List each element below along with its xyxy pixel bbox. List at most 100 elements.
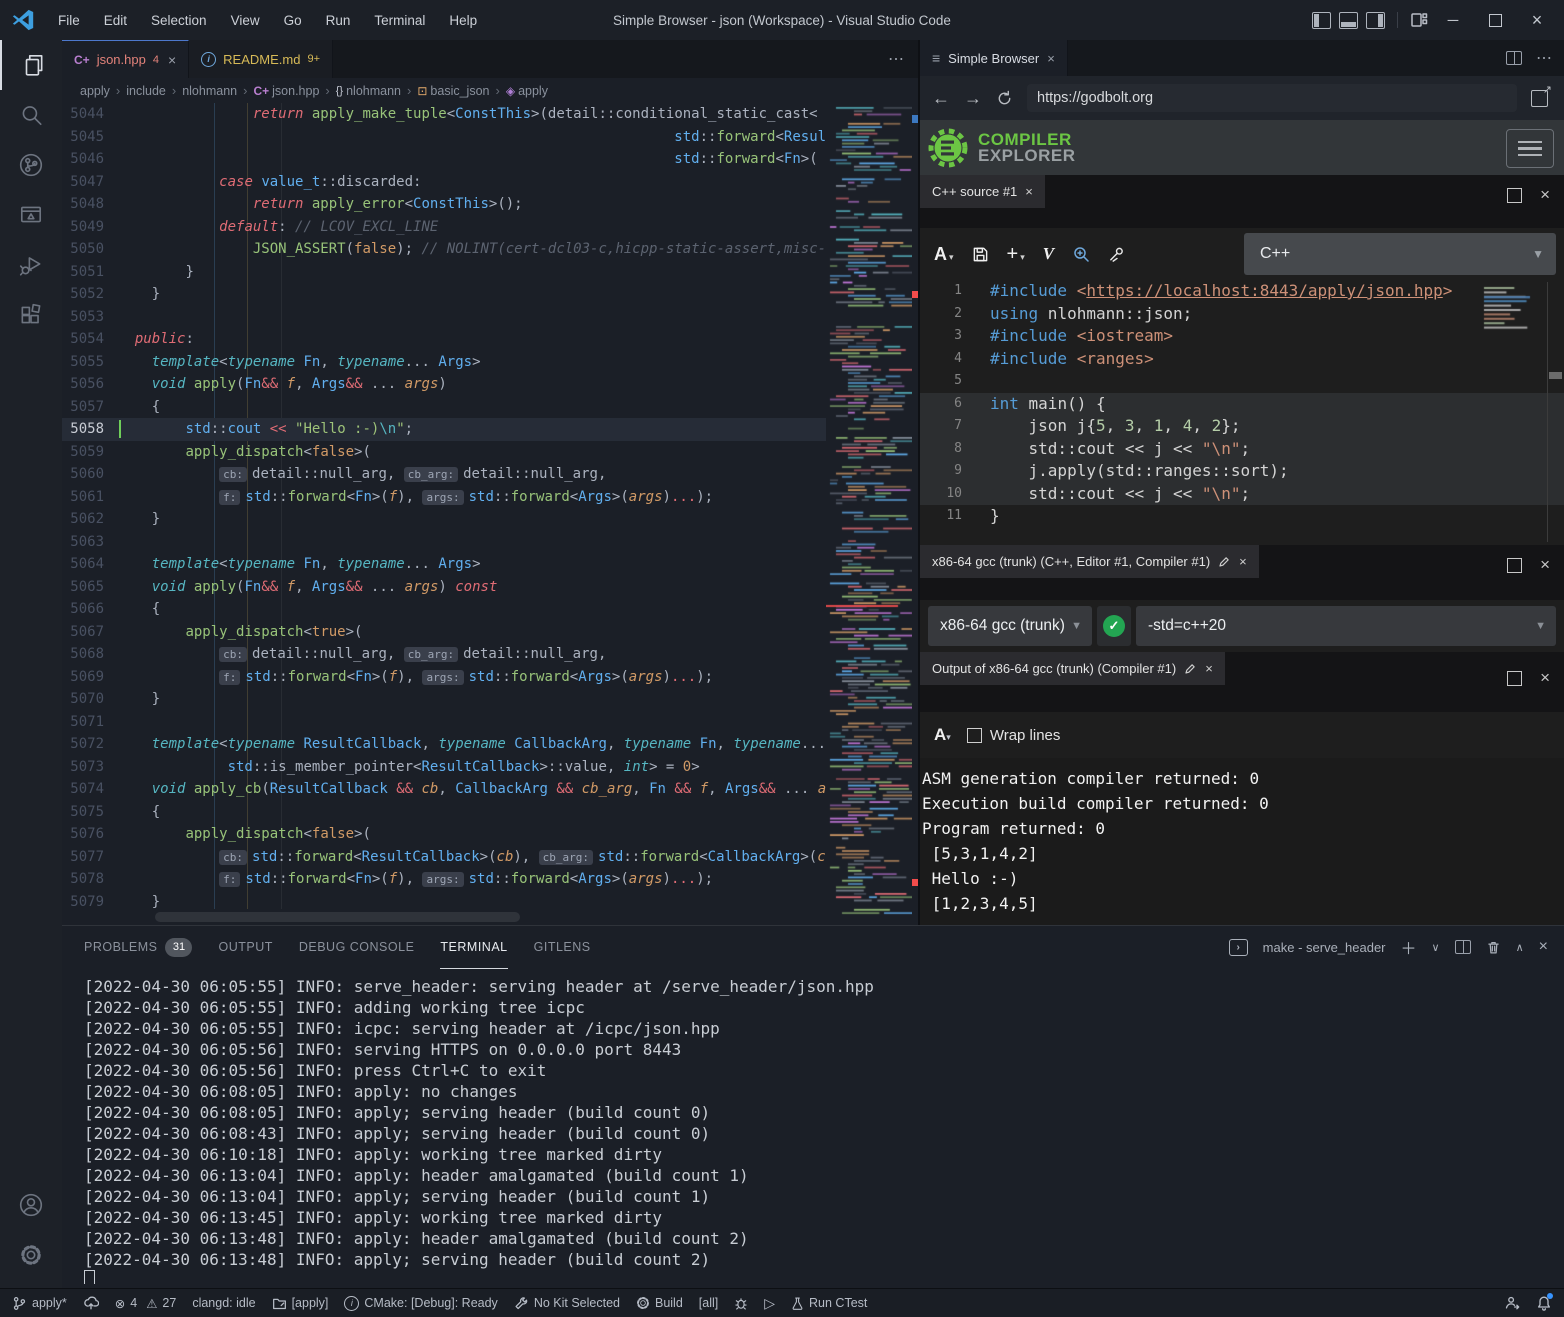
cmake-status-item[interactable]: i CMake: [Debug]: Ready	[344, 1296, 497, 1311]
maximize-button[interactable]	[1478, 0, 1512, 40]
maximize-pane-icon[interactable]	[1507, 671, 1522, 686]
close-pane-icon[interactable]: ×	[1540, 555, 1550, 575]
close-window-button[interactable]: ×	[1520, 0, 1554, 40]
menu-view[interactable]: View	[221, 9, 270, 32]
tab-gitlens[interactable]: GITLENS	[534, 926, 591, 968]
sync-changes-item[interactable]	[83, 1295, 99, 1311]
edit-pencil-icon[interactable]	[1184, 662, 1197, 675]
menu-edit[interactable]: Edit	[94, 9, 137, 32]
breadcrumb-item[interactable]: apply	[80, 84, 110, 98]
forward-icon[interactable]: →	[964, 88, 982, 109]
tab-problems[interactable]: PROBLEMS 31	[84, 926, 192, 968]
clangd-status-item[interactable]: clangd: idle	[192, 1296, 255, 1310]
menu-selection[interactable]: Selection	[141, 9, 217, 32]
compiler-select[interactable]: x86-64 gcc (trunk) ▼	[928, 606, 1092, 646]
close-icon[interactable]: ×	[1025, 184, 1033, 199]
activitybar-explorer[interactable]	[0, 40, 64, 90]
breadcrumb-item[interactable]: apply	[518, 84, 548, 98]
ctest-item[interactable]: Run CTest	[791, 1296, 867, 1311]
breadcrumb-item[interactable]: nlohmann	[346, 84, 401, 98]
source-pane-tab[interactable]: C++ source #1 ×	[920, 175, 1045, 208]
menu-run[interactable]: Run	[316, 9, 361, 32]
activitybar-live-preview[interactable]	[0, 190, 62, 240]
compiler-options-input[interactable]: -std=c++20 ▼	[1136, 606, 1556, 646]
compiler-pane-tab[interactable]: x86-64 gcc (trunk) (C++, Editor #1, Comp…	[920, 545, 1259, 578]
ce-source-editor[interactable]: 1#include <https://localhost:8443/apply/…	[920, 280, 1564, 545]
toggle-sidebar-icon[interactable]	[1312, 12, 1331, 29]
close-pane-icon[interactable]: ×	[1540, 668, 1550, 688]
tab-readme-md[interactable]: i README.md 9+	[189, 40, 333, 78]
vim-mode-icon[interactable]: V	[1043, 244, 1054, 264]
output-pane-tab[interactable]: Output of x86-64 gcc (trunk) (Compiler #…	[920, 652, 1225, 685]
git-branch-item[interactable]: apply*	[12, 1295, 67, 1312]
maximize-pane-icon[interactable]	[1507, 188, 1522, 203]
close-tab-icon[interactable]: ×	[1047, 51, 1055, 66]
menu-go[interactable]: Go	[274, 9, 312, 32]
hamburger-menu-icon[interactable]	[1506, 129, 1554, 168]
code-editor[interactable]: 5044 return apply_make_tuple<ConstThis>(…	[62, 103, 918, 925]
split-editor-icon[interactable]	[1506, 51, 1522, 65]
add-pane-button[interactable]: +▾	[1007, 243, 1025, 266]
close-tab-icon[interactable]: ×	[168, 52, 176, 68]
terminal-dropdown-icon[interactable]: ∨	[1432, 941, 1440, 954]
close-icon[interactable]: ×	[1205, 661, 1213, 676]
editor-more-actions[interactable]: ⋯	[888, 40, 904, 78]
tab-output[interactable]: OUTPUT	[218, 926, 272, 968]
kill-terminal-icon[interactable]	[1486, 940, 1501, 955]
tab-simple-browser[interactable]: ≡ Simple Browser ×	[920, 40, 1068, 76]
language-select[interactable]: C++ ▼	[1244, 233, 1556, 275]
zoom-search-icon[interactable]	[1072, 245, 1090, 263]
terminal-title[interactable]: make - serve_header	[1263, 940, 1386, 955]
build-target-item[interactable]: [all]	[699, 1296, 718, 1310]
open-external-icon[interactable]: ↗	[1531, 90, 1548, 107]
breadcrumb-item[interactable]: nlohmann	[182, 84, 237, 98]
horizontal-scrollbar[interactable]	[155, 912, 520, 922]
tab-terminal[interactable]: TERMINAL	[440, 926, 507, 969]
breadcrumb-item[interactable]: json.hpp	[272, 84, 319, 98]
activitybar-extensions[interactable]	[0, 290, 62, 340]
maximize-pane-icon[interactable]	[1507, 558, 1522, 573]
ce-scrollbar-thumb[interactable]	[1549, 372, 1562, 379]
feedback-item[interactable]	[1504, 1295, 1520, 1311]
close-panel-icon[interactable]: ×	[1539, 938, 1548, 956]
close-pane-icon[interactable]: ×	[1540, 185, 1550, 205]
menu-file[interactable]: File	[48, 9, 90, 32]
maximize-panel-icon[interactable]: ∧	[1516, 941, 1524, 954]
cmake-folder-item[interactable]: [apply]	[272, 1296, 329, 1311]
toggle-secondary-sidebar-icon[interactable]	[1366, 12, 1385, 29]
activitybar-search[interactable]	[0, 90, 62, 140]
breadcrumb-item[interactable]: include	[126, 84, 166, 98]
new-terminal-icon[interactable]: ＋	[1401, 935, 1417, 959]
edit-pencil-icon[interactable]	[1218, 555, 1231, 568]
toggle-panel-icon[interactable]	[1339, 12, 1358, 29]
url-input[interactable]: https://godbolt.org	[1027, 84, 1517, 112]
menu-help[interactable]: Help	[439, 9, 487, 32]
breadcrumb-item[interactable]: basic_json	[430, 84, 489, 98]
tab-json-hpp[interactable]: C+ json.hpp 4 ×	[62, 40, 189, 78]
minimize-button[interactable]: ─	[1436, 0, 1470, 40]
activitybar-run-debug[interactable]	[0, 240, 62, 290]
back-icon[interactable]: ←	[932, 88, 950, 109]
reload-icon[interactable]	[996, 90, 1013, 107]
save-icon[interactable]	[972, 246, 989, 263]
build-item[interactable]: Build	[636, 1296, 683, 1310]
notifications-item[interactable]	[1536, 1295, 1552, 1311]
tab-debug-console[interactable]: DEBUG CONSOLE	[299, 926, 415, 968]
more-actions-icon[interactable]: ⋯	[1536, 48, 1552, 68]
close-icon[interactable]: ×	[1239, 554, 1247, 569]
kit-item[interactable]: No Kit Selected	[514, 1296, 620, 1311]
pin-tool-icon[interactable]	[1108, 246, 1125, 263]
launch-item[interactable]: ▷	[764, 1295, 775, 1312]
font-size-button[interactable]: A▾	[934, 725, 951, 745]
problems-item[interactable]: ⊗ 4 ⚠ 27	[115, 1296, 177, 1311]
terminal-output[interactable]: [2022-04-30 06:05:55] INFO: serve_header…	[84, 976, 1560, 1284]
wrap-lines-checkbox[interactable]	[967, 728, 982, 743]
font-size-button[interactable]: A▾	[934, 244, 954, 265]
activitybar-accounts[interactable]	[0, 1180, 62, 1230]
split-terminal-icon[interactable]	[1455, 940, 1471, 954]
activitybar-source-control[interactable]	[0, 140, 62, 190]
debug-item[interactable]	[734, 1296, 748, 1311]
menu-terminal[interactable]: Terminal	[364, 9, 435, 32]
activitybar-settings[interactable]	[0, 1230, 62, 1280]
minimap[interactable]	[826, 103, 912, 923]
